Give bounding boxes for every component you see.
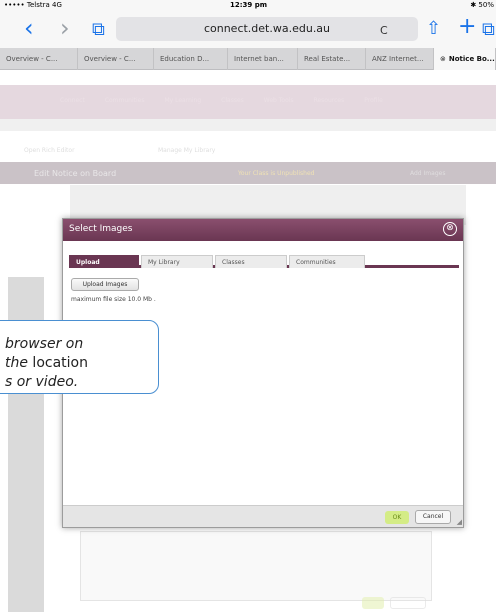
forward-icon[interactable]: › bbox=[60, 16, 70, 40]
back-icon[interactable]: ‹ bbox=[24, 16, 34, 40]
browser-tab[interactable]: Overview - C... bbox=[78, 48, 154, 70]
battery-indicator: ✱ 50% bbox=[470, 1, 494, 9]
dialog-header: Select Images ⊗ bbox=[63, 219, 463, 241]
callout-line-1: browser on bbox=[5, 336, 84, 352]
callout-text: browser on the location s or video. bbox=[5, 335, 88, 392]
tab-label: Notice Bo... bbox=[448, 55, 495, 63]
cancel-button[interactable]: Cancel bbox=[415, 510, 451, 524]
dialog-title: Select Images bbox=[69, 224, 133, 234]
tab-label: Overview - C... bbox=[6, 55, 58, 63]
tab-upload[interactable]: Upload bbox=[69, 255, 139, 268]
tab-label: ANZ Internet... bbox=[372, 55, 424, 63]
tab-label: Internet ban... bbox=[234, 55, 284, 63]
browser-tab[interactable]: ANZ Internet... bbox=[366, 48, 434, 70]
reload-icon[interactable]: C bbox=[380, 24, 388, 37]
tab-label: Real Estate... bbox=[304, 55, 351, 63]
callout-line-3: s or video. bbox=[5, 374, 79, 390]
upload-images-button[interactable]: Upload Images bbox=[71, 278, 139, 291]
tab-label: Overview - C... bbox=[84, 55, 136, 63]
tab-label: My Library bbox=[148, 259, 180, 266]
status-bar: ••••• Telstra 4G 12:39 pm ✱ 50% bbox=[0, 0, 496, 10]
browser-tab-active[interactable]: ⊗ Notice Bo... bbox=[434, 48, 496, 70]
max-file-size-note: maximum file size 10.0 Mb . bbox=[71, 296, 156, 303]
tab-label: Upload bbox=[76, 259, 100, 266]
callout-line-2-italic: the bbox=[5, 355, 28, 371]
dialog-footer: OK Cancel ◢ bbox=[63, 505, 463, 527]
tab-bar: Overview - C... Overview - C... Educatio… bbox=[0, 48, 496, 70]
tab-my-library[interactable]: My Library bbox=[141, 255, 213, 268]
callout-line-2-rest: location bbox=[27, 355, 88, 371]
address-bar[interactable]: connect.det.wa.edu.au bbox=[116, 17, 418, 41]
dialog-tabs: Upload My Library Classes Communities bbox=[69, 255, 459, 268]
tab-communities[interactable]: Communities bbox=[289, 255, 365, 268]
ok-button[interactable]: OK bbox=[385, 511, 409, 524]
tab-classes[interactable]: Classes bbox=[215, 255, 287, 268]
new-tab-icon[interactable]: + bbox=[458, 16, 476, 38]
bookmarks-icon[interactable]: ⧉ bbox=[92, 21, 105, 39]
browser-tab[interactable]: Overview - C... bbox=[0, 48, 78, 70]
browser-toolbar: ‹ › ⧉ connect.det.wa.edu.au C ⇧ + ⧉ bbox=[0, 10, 496, 48]
resize-handle-icon[interactable]: ◢ bbox=[457, 518, 462, 526]
browser-tab[interactable]: Education D... bbox=[154, 48, 228, 70]
close-tab-icon[interactable]: ⊗ bbox=[440, 55, 446, 63]
tab-label: Education D... bbox=[160, 55, 210, 63]
carrier-label: ••••• Telstra 4G bbox=[4, 1, 62, 9]
tab-label: Communities bbox=[296, 259, 336, 266]
instruction-callout: browser on the location s or video. bbox=[0, 320, 159, 394]
browser-tab[interactable]: Real Estate... bbox=[298, 48, 366, 70]
close-icon[interactable]: ⊗ bbox=[443, 222, 457, 236]
tab-label: Classes bbox=[222, 259, 245, 266]
share-icon[interactable]: ⇧ bbox=[426, 20, 441, 38]
tabs-overview-icon[interactable]: ⧉ bbox=[482, 21, 495, 39]
clock: 12:39 pm bbox=[230, 1, 268, 9]
browser-tab[interactable]: Internet ban... bbox=[228, 48, 298, 70]
url-text: connect.det.wa.edu.au bbox=[203, 22, 331, 35]
